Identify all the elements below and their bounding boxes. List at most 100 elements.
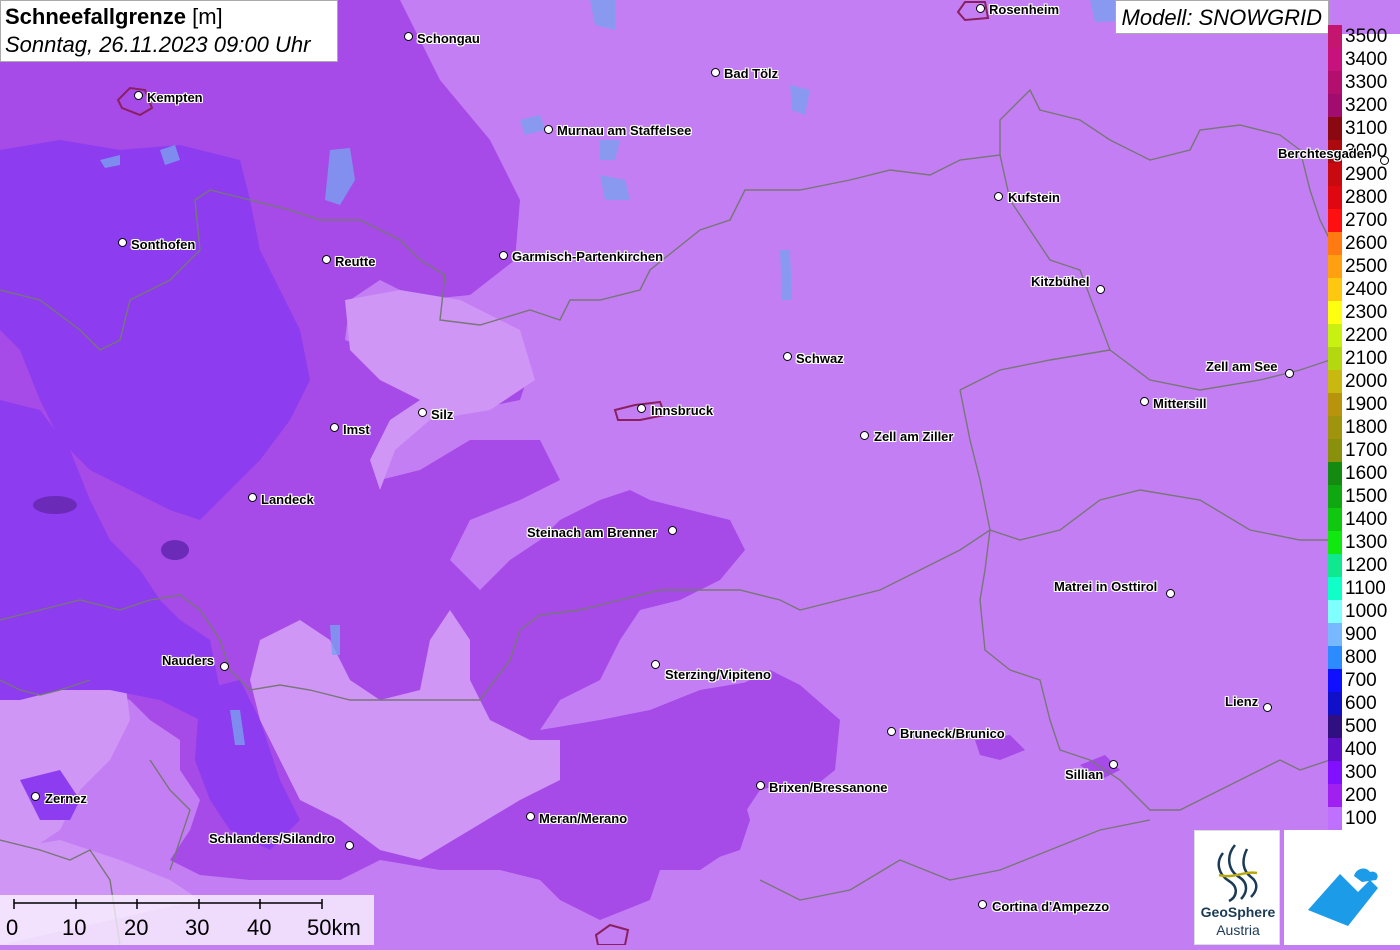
city-marker[interactable] <box>783 352 792 361</box>
city-marker[interactable] <box>544 125 553 134</box>
scale-bar: 0 10 20 30 40 50km <box>0 895 374 945</box>
legend-label: 600 <box>1345 693 1377 714</box>
city-label[interactable]: Kufstein <box>1008 190 1060 205</box>
city-marker[interactable] <box>1140 397 1149 406</box>
city-label[interactable]: Zell am See <box>1206 359 1278 374</box>
city-label[interactable]: Berchtesgaden <box>1278 146 1372 161</box>
geosphere-logo[interactable]: GeoSphere Austria <box>1194 830 1280 945</box>
city-label[interactable]: Rosenheim <box>989 2 1059 17</box>
city-marker[interactable] <box>756 781 765 790</box>
city-marker[interactable] <box>526 812 535 821</box>
city-label[interactable]: Mittersill <box>1153 396 1206 411</box>
legend-swatch <box>1328 508 1342 531</box>
city-marker[interactable] <box>887 727 896 736</box>
city-marker[interactable] <box>248 493 257 502</box>
city-marker[interactable] <box>499 251 508 260</box>
city-marker[interactable] <box>404 32 413 41</box>
city-label[interactable]: Bruneck/Brunico <box>900 726 1005 741</box>
legend-label: 1200 <box>1345 555 1388 576</box>
city-marker[interactable] <box>994 192 1003 201</box>
legend-label: 2500 <box>1345 256 1388 277</box>
legend-label: 100 <box>1345 808 1377 829</box>
legend-swatch <box>1328 117 1342 140</box>
legend-label: 2600 <box>1345 233 1388 254</box>
app-logo[interactable] <box>1284 830 1400 945</box>
city-label[interactable]: Schwaz <box>796 351 844 366</box>
city-label[interactable]: Sonthofen <box>131 237 195 252</box>
city-marker[interactable] <box>220 662 229 671</box>
legend-row: 1200 <box>1328 554 1400 577</box>
city-label[interactable]: Brixen/Bressanone <box>769 780 888 795</box>
city-marker[interactable] <box>118 238 127 247</box>
city-label[interactable]: Nauders <box>162 653 214 668</box>
city-marker[interactable] <box>976 4 985 13</box>
legend-swatch <box>1328 485 1342 508</box>
legend-label: 3200 <box>1345 95 1388 116</box>
snowfall-map[interactable] <box>0 0 1400 945</box>
city-label[interactable]: Bad Tölz <box>724 66 778 81</box>
geosphere-logo-icon <box>1217 844 1258 903</box>
city-marker[interactable] <box>651 660 660 669</box>
city-label[interactable]: Sillian <box>1065 767 1103 782</box>
city-marker[interactable] <box>322 255 331 264</box>
city-label[interactable]: Reutte <box>335 254 375 269</box>
city-marker[interactable] <box>31 792 40 801</box>
city-label[interactable]: Landeck <box>261 492 314 507</box>
city-label[interactable]: Silz <box>431 407 453 422</box>
city-marker[interactable] <box>1166 589 1175 598</box>
legend-row: 1800 <box>1328 416 1400 439</box>
city-marker[interactable] <box>668 526 677 535</box>
city-marker[interactable] <box>978 900 987 909</box>
model-label: Modell: SNOWGRID <box>1114 0 1329 34</box>
legend-row: 3300 <box>1328 71 1400 94</box>
city-marker[interactable] <box>345 841 354 850</box>
snowline-zone-400-spot-1 <box>33 496 77 514</box>
city-label[interactable]: Kempten <box>147 90 203 105</box>
geosphere-logo-subtext: Austria <box>1216 922 1260 938</box>
city-marker[interactable] <box>330 423 339 432</box>
legend-row: 2700 <box>1328 209 1400 232</box>
city-label[interactable]: Lienz <box>1225 694 1258 709</box>
legend-swatch <box>1328 623 1342 646</box>
city-marker[interactable] <box>1096 285 1105 294</box>
scale-label: 40 <box>247 915 272 940</box>
city-label[interactable]: Innsbruck <box>651 403 713 418</box>
legend-swatch <box>1328 370 1342 393</box>
map-title: Schneefallgrenze [m] <box>5 3 333 31</box>
city-marker[interactable] <box>637 404 646 413</box>
city-marker[interactable] <box>418 408 427 417</box>
city-label[interactable]: Murnau am Staffelsee <box>557 123 691 138</box>
legend-swatch <box>1328 669 1342 692</box>
city-marker[interactable] <box>1285 369 1294 378</box>
city-label[interactable]: Zernez <box>45 791 87 806</box>
legend-row: 2400 <box>1328 278 1400 301</box>
city-marker[interactable] <box>1263 703 1272 712</box>
city-label[interactable]: Garmisch-Partenkirchen <box>512 249 663 264</box>
city-label[interactable]: Schlanders/Silandro <box>209 831 335 846</box>
city-marker[interactable] <box>134 91 143 100</box>
city-label[interactable]: Imst <box>343 422 370 437</box>
legend-swatch <box>1328 71 1342 94</box>
legend-row: 1100 <box>1328 577 1400 600</box>
city-label[interactable]: Cortina d'Ampezzo <box>992 899 1109 914</box>
city-label[interactable]: Steinach am Brenner <box>527 525 657 540</box>
city-label[interactable]: Schongau <box>417 31 480 46</box>
city-marker[interactable] <box>1109 760 1118 769</box>
legend-swatch <box>1328 209 1342 232</box>
city-marker[interactable] <box>860 431 869 440</box>
city-marker[interactable] <box>1380 156 1389 165</box>
city-marker[interactable] <box>711 68 720 77</box>
city-label[interactable]: Kitzbühel <box>1031 274 1090 289</box>
city-label[interactable]: Zell am Ziller <box>874 429 953 444</box>
legend-label: 2000 <box>1345 371 1388 392</box>
city-label[interactable]: Sterzing/Vipiteno <box>665 667 771 682</box>
city-label[interactable]: Meran/Merano <box>539 811 627 826</box>
legend-swatch <box>1328 692 1342 715</box>
legend-swatch <box>1328 531 1342 554</box>
legend-row: 3200 <box>1328 94 1400 117</box>
city-label[interactable]: Matrei in Osttirol <box>1054 579 1157 594</box>
legend-row: 1900 <box>1328 393 1400 416</box>
legend-row: 200 <box>1328 784 1400 807</box>
legend-label: 3300 <box>1345 72 1388 93</box>
legend-swatch <box>1328 393 1342 416</box>
